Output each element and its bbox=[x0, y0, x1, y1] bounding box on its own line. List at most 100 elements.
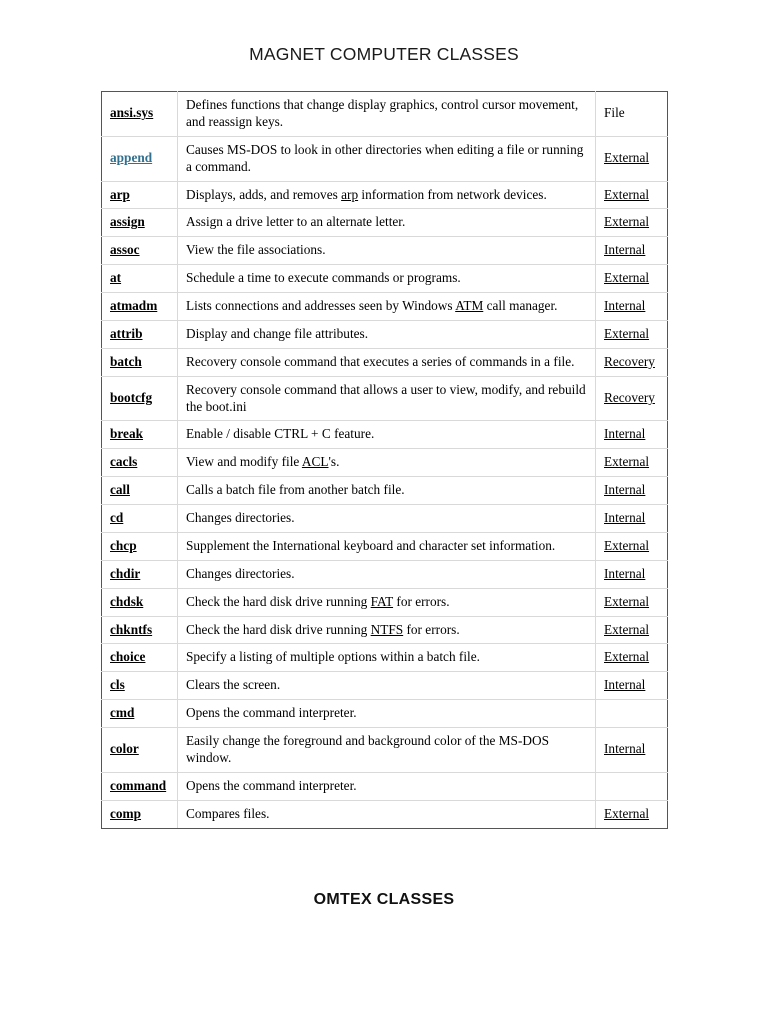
type-cell: Internal bbox=[595, 727, 668, 773]
command-cell: assign bbox=[101, 208, 178, 238]
table-row: at Schedule a time to execute commands or… bbox=[101, 264, 668, 293]
table-row: arp Displays, adds, and removes arp infor… bbox=[101, 180, 668, 210]
command-cell: chdsk bbox=[101, 587, 178, 617]
type-cell: Recovery bbox=[595, 375, 668, 422]
command-type: External bbox=[604, 454, 650, 470]
command-table-container: ansi.sys Defines functions that change di… bbox=[101, 65, 668, 829]
type-cell: External bbox=[595, 799, 668, 829]
command-cell: comp bbox=[101, 799, 178, 829]
description-cell: Lists connections and addresses seen by … bbox=[177, 292, 596, 321]
description-cell: Causes MS-DOS to look in other directori… bbox=[177, 135, 596, 182]
description-cell: Opens the command interpreter. bbox=[177, 699, 596, 728]
command-cell: bootcfg bbox=[101, 375, 178, 422]
type-cell: External bbox=[595, 208, 668, 238]
command-type: Internal bbox=[604, 510, 646, 525]
document-page: MAGNET COMPUTER CLASSES ansi.sys Defines … bbox=[0, 0, 768, 1024]
command-name: choice bbox=[110, 649, 146, 665]
table-row: chdsk Check the hard disk drive running F… bbox=[101, 587, 668, 617]
command-cell: choice bbox=[101, 643, 178, 673]
command-cell: ansi.sys bbox=[101, 91, 178, 137]
page-footer: OMTEX CLASSES bbox=[313, 890, 455, 908]
command-name: cacls bbox=[110, 454, 138, 470]
command-cell: chkntfs bbox=[101, 615, 178, 645]
command-name: chcp bbox=[110, 537, 137, 553]
command-type: External bbox=[604, 270, 650, 286]
command-type: External bbox=[604, 214, 650, 230]
table-row: atmadm Lists connections and addresses se… bbox=[101, 292, 668, 321]
table-row: batch Recovery console command that execu… bbox=[101, 347, 668, 377]
command-name: command bbox=[110, 777, 167, 793]
type-cell: External bbox=[595, 180, 668, 210]
command-cell: cmd bbox=[101, 699, 178, 728]
command-type: External bbox=[604, 186, 650, 202]
page-title: MAGNET COMPUTER CLASSES bbox=[249, 44, 519, 64]
command-type: Recovery bbox=[604, 353, 655, 369]
type-cell bbox=[595, 699, 668, 728]
table-row: assign Assign a drive letter to an altern… bbox=[101, 208, 668, 238]
table-row: append Causes MS-DOS to look in other dir… bbox=[101, 135, 668, 182]
description-cell: Check the hard disk drive running FAT fo… bbox=[177, 587, 596, 617]
description-cell: Check the hard disk drive running NTFS f… bbox=[177, 615, 596, 645]
ms-dos-command-table: ansi.sys Defines functions that change di… bbox=[101, 91, 668, 829]
command-type: Internal bbox=[604, 565, 646, 581]
command-cell: append bbox=[101, 135, 178, 182]
command-name: cmd bbox=[110, 705, 135, 721]
table-row: choice Specify a listing of multiple opti… bbox=[101, 643, 668, 673]
command-link[interactable]: append bbox=[110, 150, 152, 165]
command-type: External bbox=[604, 621, 650, 637]
command-name: at bbox=[110, 270, 122, 286]
command-cell: color bbox=[101, 727, 178, 773]
command-type: Recovery bbox=[604, 390, 655, 406]
type-cell bbox=[595, 771, 668, 801]
command-type: Internal bbox=[604, 677, 646, 693]
description-cell: Recovery console command that executes a… bbox=[177, 347, 596, 377]
command-type: External bbox=[604, 805, 650, 821]
command-cell: arp bbox=[101, 180, 178, 210]
type-cell: Internal bbox=[595, 420, 668, 450]
command-type: External bbox=[604, 325, 650, 341]
type-cell: External bbox=[595, 264, 668, 293]
table-row: cacls View and modify file ACL's. External bbox=[101, 448, 668, 478]
type-cell: Internal bbox=[595, 292, 668, 321]
command-name: chdir bbox=[110, 565, 141, 581]
command-name: cd bbox=[110, 510, 124, 525]
command-name: arp bbox=[110, 186, 130, 202]
description-cell: Clears the screen. bbox=[177, 671, 596, 701]
table-row: chcp Supplement the International keyboar… bbox=[101, 531, 668, 561]
command-name: break bbox=[110, 426, 144, 442]
command-cell: cacls bbox=[101, 448, 178, 478]
command-name: comp bbox=[110, 805, 142, 821]
command-type: Internal bbox=[604, 741, 646, 757]
command-cell: break bbox=[101, 420, 178, 450]
description-cell: Opens the command interpreter. bbox=[177, 771, 596, 801]
command-name: ansi.sys bbox=[110, 105, 154, 121]
command-name: atmadm bbox=[110, 298, 158, 313]
table-row: break Enable / disable CTRL + C feature. I… bbox=[101, 420, 668, 450]
command-name: call bbox=[110, 482, 130, 498]
description-cell: Recovery console command that allows a u… bbox=[177, 375, 596, 422]
table-row: cls Clears the screen. Internal bbox=[101, 671, 668, 701]
table-row: chdir Changes directories. Internal bbox=[101, 559, 668, 589]
description-cell: Easily change the foreground and backgro… bbox=[177, 727, 596, 773]
type-cell: File bbox=[595, 91, 668, 137]
command-type: Internal bbox=[604, 242, 646, 258]
command-cell: cls bbox=[101, 671, 178, 701]
command-type: External bbox=[604, 537, 650, 553]
table-row: cd Changes directories. Internal bbox=[101, 504, 668, 533]
table-row: call Calls a batch file from another batc… bbox=[101, 476, 668, 505]
command-name: chkntfs bbox=[110, 621, 153, 637]
table-row: chkntfs Check the hard disk drive running… bbox=[101, 615, 668, 645]
type-cell: Internal bbox=[595, 671, 668, 701]
description-cell: View the file associations. bbox=[177, 236, 596, 266]
command-name: cls bbox=[110, 677, 125, 693]
command-type: Internal bbox=[604, 482, 646, 498]
type-cell: Internal bbox=[595, 236, 668, 266]
type-cell: External bbox=[595, 531, 668, 561]
command-cell: chdir bbox=[101, 559, 178, 589]
type-cell: Internal bbox=[595, 504, 668, 533]
description-cell: Defines functions that change display gr… bbox=[177, 91, 596, 137]
table-row: cmd Opens the command interpreter. bbox=[101, 699, 668, 728]
table-row: color Easily change the foreground and ba… bbox=[101, 727, 668, 773]
command-name: color bbox=[110, 741, 139, 757]
command-cell: assoc bbox=[101, 236, 178, 266]
